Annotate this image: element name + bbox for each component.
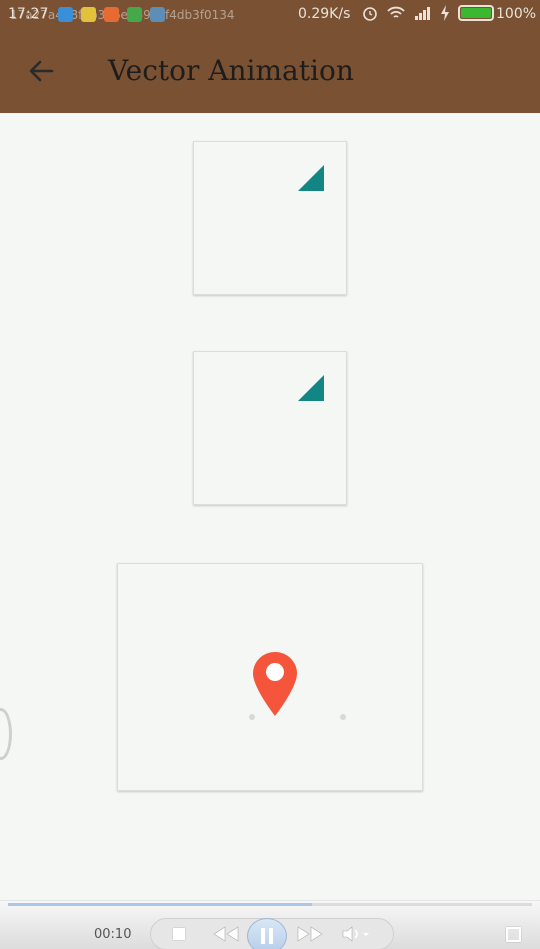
battery-icon (458, 5, 494, 21)
status-bar: 17a27a4b8f8b306e2693cf4db3f0134 17:27 0.… (0, 0, 540, 30)
volume-button[interactable] (341, 925, 371, 943)
triangle-icon (298, 375, 324, 401)
app-bar: Vector Animation (0, 30, 540, 113)
network-speed: 0.29K/s (298, 6, 351, 22)
message-icon (104, 7, 119, 22)
alarm-icon (363, 7, 377, 21)
progress-fill (8, 903, 312, 906)
expand-icon[interactable] (506, 927, 521, 942)
tool-icon (150, 7, 165, 22)
location-pin-icon (253, 652, 297, 716)
triangle-icon (298, 165, 324, 191)
media-player-bar: 00:10 (0, 900, 540, 949)
wechat-icon (127, 7, 142, 22)
location-animation-card[interactable] (117, 563, 423, 791)
system-icons (362, 5, 494, 21)
track-dot-right (340, 714, 346, 720)
animation-card-2[interactable] (193, 351, 347, 505)
usb-icon (58, 7, 73, 22)
elapsed-time: 00:10 (94, 927, 132, 942)
charging-icon (441, 5, 449, 21)
page-title: Vector Animation (108, 54, 354, 87)
notification-icons (58, 7, 165, 22)
fast-forward-button[interactable] (295, 925, 325, 943)
pause-button[interactable] (247, 918, 287, 949)
player-controls (150, 918, 394, 949)
signal-icon (415, 7, 430, 20)
pause-icon (261, 928, 273, 944)
back-arrow-icon[interactable] (24, 54, 58, 88)
animation-card-1[interactable] (193, 141, 347, 295)
weibo-icon (81, 7, 96, 22)
rewind-button[interactable] (211, 925, 241, 943)
progress-track[interactable] (8, 903, 532, 906)
battery-percent: 100% (496, 6, 537, 22)
stop-button[interactable] (173, 928, 185, 940)
edge-swipe-handle[interactable] (0, 708, 12, 760)
wifi-icon (387, 6, 405, 18)
status-time: 17:27 (8, 6, 49, 22)
